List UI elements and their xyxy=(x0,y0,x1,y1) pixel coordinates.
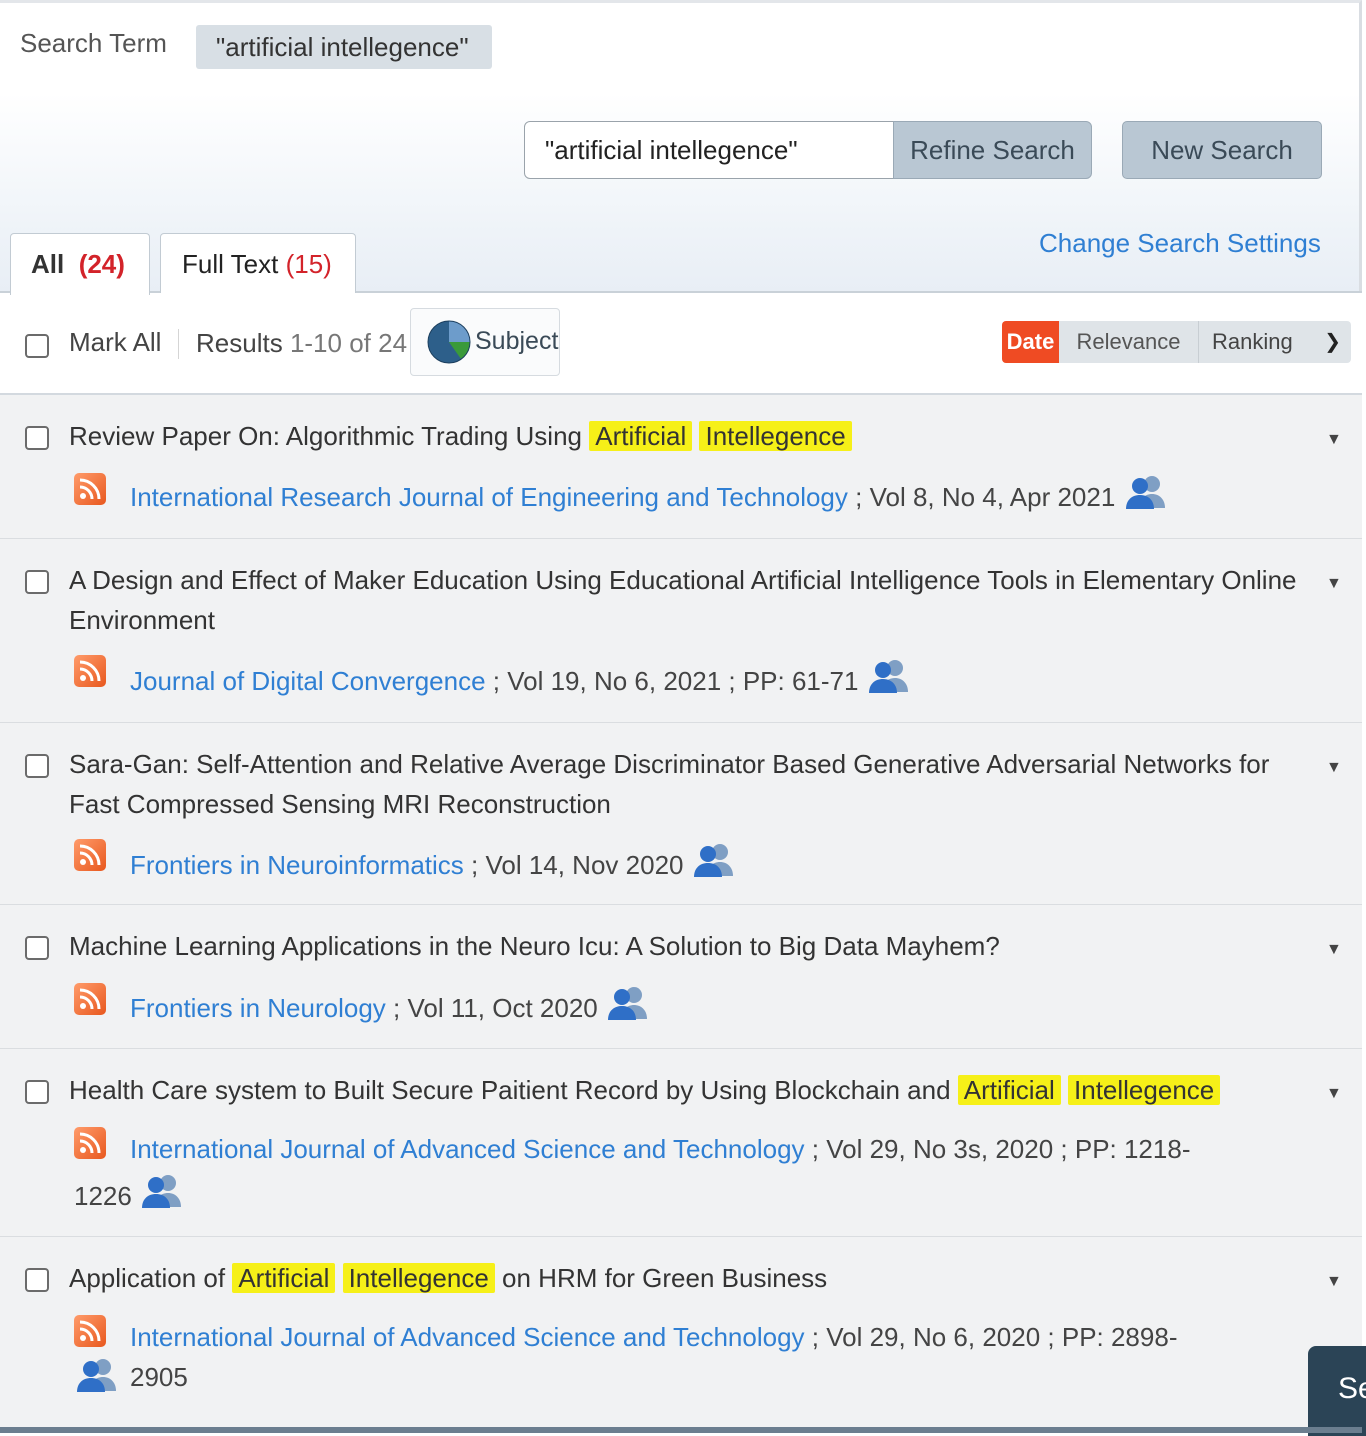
users-icon[interactable] xyxy=(866,658,912,694)
users-icon[interactable] xyxy=(139,1173,185,1209)
result-title[interactable]: Review Paper On: Algorithmic Trading Usi… xyxy=(69,416,1309,456)
result-meta: ; Vol 29, No 3s, 2020 ; PP: 1218- xyxy=(804,1134,1191,1164)
result-meta-continued xyxy=(74,1357,120,1400)
title-text: Application of xyxy=(69,1263,233,1293)
result-item: Sara-Gan: Self-Attention and Relative Av… xyxy=(0,723,1362,905)
subject-button[interactable]: Subject xyxy=(410,308,560,376)
result-checkbox[interactable] xyxy=(25,936,49,960)
journal-link[interactable]: International Research Journal of Engine… xyxy=(130,482,848,512)
highlight: Artificial xyxy=(232,1263,336,1293)
title-text: Review Paper On: Algorithmic Trading Usi… xyxy=(69,421,590,451)
subject-label: Subject xyxy=(475,327,559,355)
title-text: Health Care system to Built Secure Paiti… xyxy=(69,1075,958,1105)
sort-ranking-select[interactable]: Ranking ❯ xyxy=(1199,321,1351,363)
rss-icon[interactable] xyxy=(74,1315,106,1347)
expand-caret-icon[interactable]: ▼ xyxy=(1326,1085,1342,1103)
highlight: Intellegence xyxy=(1068,1075,1221,1105)
result-checkbox[interactable] xyxy=(25,1080,49,1104)
expand-caret-icon[interactable]: ▼ xyxy=(1326,759,1342,777)
mark-all-label[interactable]: Mark All xyxy=(69,327,161,358)
tab-full-text-count: (15) xyxy=(285,249,332,279)
users-icon[interactable] xyxy=(691,842,737,878)
sort-relevance-button[interactable]: Relevance xyxy=(1059,321,1199,363)
result-title[interactable]: Machine Learning Applications in the Neu… xyxy=(69,926,1309,966)
search-term-chip: "artificial intellegence" xyxy=(196,25,492,69)
result-source: International Journal of Advanced Scienc… xyxy=(130,1317,1230,1397)
change-search-settings-link[interactable]: Change Search Settings xyxy=(1039,228,1321,259)
result-source: Frontiers in Neuroinformatics ; Vol 14, … xyxy=(130,842,1230,885)
result-meta: ; Vol 14, Nov 2020 xyxy=(463,850,684,880)
result-item: A Design and Effect of Maker Education U… xyxy=(0,539,1362,723)
new-search-button[interactable]: New Search xyxy=(1122,121,1322,179)
result-item: Application of Artificial Intellegence o… xyxy=(0,1237,1362,1427)
highlight: Intellegence xyxy=(342,1263,495,1293)
result-item: Health Care system to Built Secure Paiti… xyxy=(0,1049,1362,1237)
expand-caret-icon[interactable]: ▼ xyxy=(1326,575,1342,593)
result-source: Frontiers in Neurology ; Vol 11, Oct 202… xyxy=(130,985,1230,1028)
highlight: Artificial xyxy=(957,1075,1061,1105)
sort-date-button[interactable]: Date xyxy=(1002,321,1059,363)
rss-icon[interactable] xyxy=(74,473,106,505)
rss-icon[interactable] xyxy=(74,655,106,687)
users-icon[interactable] xyxy=(1123,474,1169,510)
tab-all[interactable]: All (24) xyxy=(10,233,150,295)
result-checkbox[interactable] xyxy=(25,570,49,594)
result-checkbox[interactable] xyxy=(25,754,49,778)
tab-all-label: All xyxy=(31,249,65,279)
results-toolbar: Mark All Results 1-10 of 24 Subject Date… xyxy=(0,293,1362,395)
result-checkbox[interactable] xyxy=(25,426,49,450)
result-meta-continued: 1226 xyxy=(74,1173,185,1216)
journal-link[interactable]: Journal of Digital Convergence xyxy=(130,666,486,696)
result-title[interactable]: Health Care system to Built Secure Paiti… xyxy=(69,1070,1309,1110)
highlight: Artificial xyxy=(589,421,693,451)
tab-full-text[interactable]: Full Text (15) xyxy=(160,233,356,293)
highlight: Intellegence xyxy=(699,421,852,451)
result-source: International Journal of Advanced Scienc… xyxy=(130,1129,1230,1169)
result-item: Machine Learning Applications in the Neu… xyxy=(0,905,1362,1049)
expand-caret-icon[interactable]: ▼ xyxy=(1326,1273,1342,1291)
result-title[interactable]: Application of Artificial Intellegence o… xyxy=(69,1258,1309,1298)
expand-caret-icon[interactable]: ▼ xyxy=(1326,431,1342,449)
mark-all-checkbox[interactable] xyxy=(25,334,49,358)
tab-full-text-label: Full Text xyxy=(182,249,279,279)
journal-link[interactable]: Frontiers in Neurology xyxy=(130,993,386,1023)
result-meta: ; Vol 11, Oct 2020 xyxy=(385,993,598,1023)
expand-caret-icon[interactable]: ▼ xyxy=(1326,941,1342,959)
results-range: 1-10 of 24 xyxy=(289,328,408,358)
pie-chart-icon xyxy=(427,320,471,364)
users-icon[interactable] xyxy=(74,1357,120,1393)
journal-link[interactable]: International Journal of Advanced Scienc… xyxy=(130,1134,805,1164)
result-title[interactable]: Sara-Gan: Self-Attention and Relative Av… xyxy=(69,744,1309,824)
chevron-down-icon: ❯ xyxy=(1324,331,1341,353)
result-source: International Research Journal of Engine… xyxy=(130,474,1230,517)
result-meta: ; Vol 19, No 6, 2021 ; PP: 61-71 xyxy=(485,666,859,696)
toolbar-separator xyxy=(178,329,179,359)
result-meta: ; Vol 8, No 4, Apr 2021 xyxy=(847,482,1116,512)
title-text: on HRM for Green Business xyxy=(494,1263,828,1293)
result-meta-end: 1226 xyxy=(74,1181,132,1211)
result-source: Journal of Digital Convergence ; Vol 19,… xyxy=(130,658,1230,701)
search-input[interactable]: "artificial intellegence" xyxy=(524,121,894,179)
chat-button[interactable]: Se xyxy=(1308,1346,1366,1436)
journal-link[interactable]: International Journal of Advanced Scienc… xyxy=(130,1322,805,1352)
result-item: Review Paper On: Algorithmic Trading Usi… xyxy=(0,395,1362,539)
users-icon[interactable] xyxy=(605,985,651,1021)
rss-icon[interactable] xyxy=(74,839,106,871)
sort-ranking-label: Ranking xyxy=(1212,329,1293,354)
results-count: Results 1-10 of 24 xyxy=(196,328,407,359)
result-title[interactable]: A Design and Effect of Maker Education U… xyxy=(69,560,1309,640)
tab-all-count: (24) xyxy=(78,249,125,279)
journal-link[interactable]: Frontiers in Neuroinformatics xyxy=(130,850,464,880)
rss-icon[interactable] xyxy=(74,1127,106,1159)
refine-search-button[interactable]: Refine Search xyxy=(893,121,1092,179)
result-checkbox[interactable] xyxy=(25,1268,49,1292)
results-label: Results xyxy=(196,328,283,358)
search-term-label: Search Term xyxy=(20,28,167,58)
rss-icon[interactable] xyxy=(74,983,106,1015)
bottom-border xyxy=(0,1427,1362,1433)
